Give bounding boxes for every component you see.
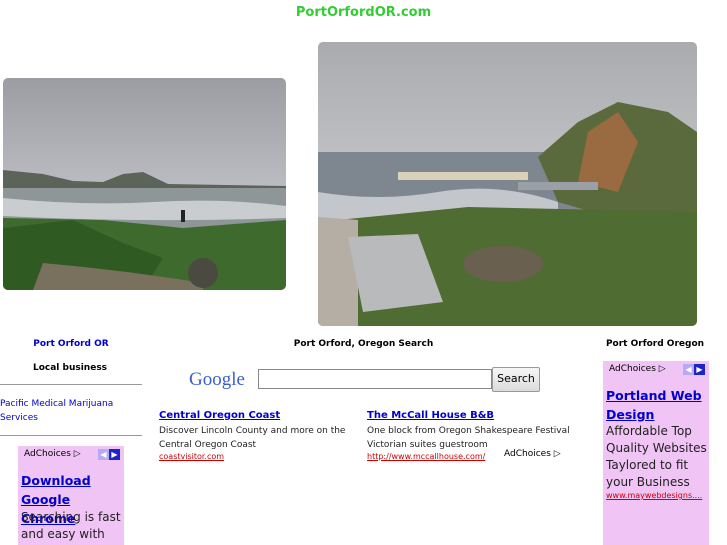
search-result: Central Oregon Coast Discover Lincoln Co… [159,410,359,463]
next-arrow-icon[interactable]: ▶ [694,364,705,375]
result-desc: Discover Lincoln County and more on the … [159,426,346,450]
center-adchoices[interactable]: AdChoices ▷ [500,449,565,459]
right-ad-box: AdChoices ▷ ◀ ▶ Portland Web Design Affor… [603,361,709,545]
chrome-ad-body: Searching is fast and easy with [21,510,121,541]
web-design-ad-body: Affordable Top Quality Websites Taylored… [606,424,707,489]
site-title[interactable]: PortOrfordOR.com [0,5,727,20]
pacific-medical-link[interactable]: Pacific Medical Marijuana Services [0,397,140,425]
search-button[interactable]: Search [492,367,540,392]
google-logo: Google [189,369,245,391]
prev-arrow-icon[interactable]: ◀ [683,364,694,375]
adchoices-icon: ▷ [553,449,561,459]
result-url[interactable]: coastvisitor.com [159,452,359,461]
google-logo-text: Google [189,369,245,390]
adchoices-label: AdChoices [504,449,551,459]
harbor-photo-right [318,42,697,326]
adchoices-label: AdChoices [609,364,656,374]
right-heading: Port Orford Oregon [605,339,705,349]
result-desc: One block from Oregon Shakespeare Festiv… [367,426,570,450]
search-heading: Port Orford, Oregon Search [293,339,434,349]
divider-bottom [0,435,142,436]
left-heading[interactable]: Port Orford OR [0,339,142,349]
adchoices-icon: ▷ [658,364,666,374]
web-design-ad-headline[interactable]: Portland Web Design [606,386,706,424]
coast-photo-left [3,78,286,290]
web-design-ad-url[interactable]: www.maywebdesigns.... [606,491,709,500]
prev-arrow-icon[interactable]: ◀ [98,449,109,460]
right-ad-arrows[interactable]: ◀ ▶ [683,364,705,376]
local-business-heading: Local business [32,363,108,373]
next-arrow-icon[interactable]: ▶ [109,449,120,460]
adchoices-label: AdChoices [24,449,71,459]
search-input[interactable] [258,369,492,389]
left-adchoices[interactable]: AdChoices ▷ [24,449,81,459]
left-ad-box: AdChoices ▷ ◀ ▶ Download Google Chrome Se… [18,446,124,545]
divider-top [0,384,142,385]
adchoices-icon: ▷ [73,449,81,459]
result-title[interactable]: Central Oregon Coast [159,410,359,421]
left-ad-arrows[interactable]: ◀ ▶ [98,449,120,461]
right-adchoices[interactable]: AdChoices ▷ [609,364,666,374]
result-title[interactable]: The McCall House B&B [367,410,577,421]
